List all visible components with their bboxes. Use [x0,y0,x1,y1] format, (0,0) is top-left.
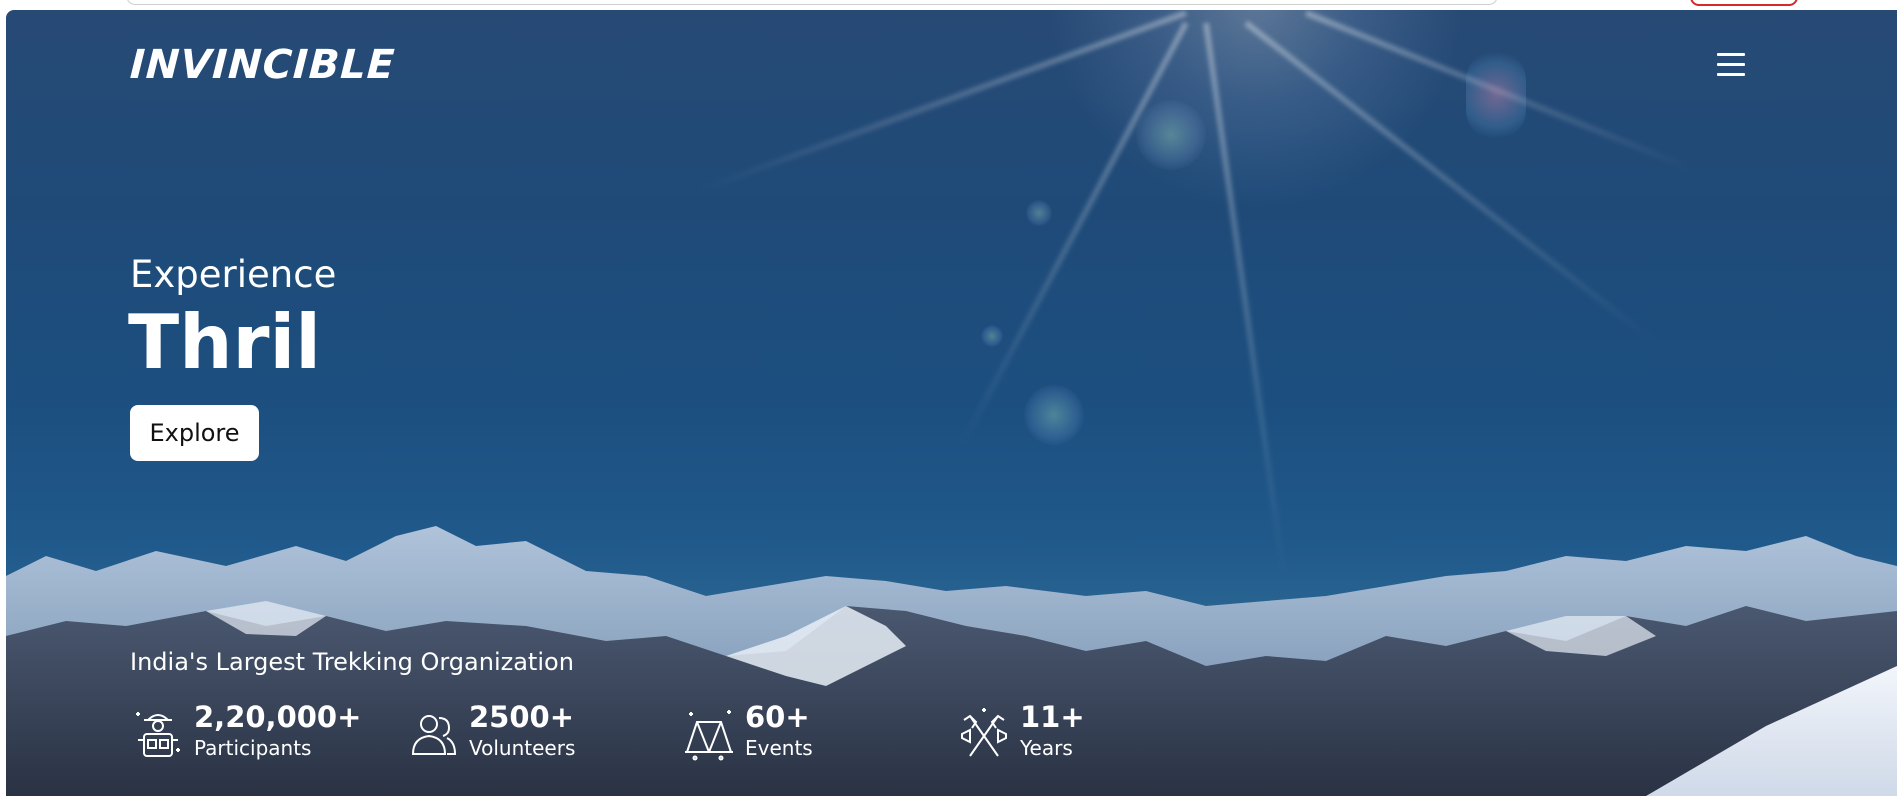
hero-headline: Thril [128,298,321,386]
top-red-button-edge[interactable] [1690,0,1798,6]
stat-value: 2500+ [469,700,575,734]
lens-flare [1024,385,1084,445]
stat-events: 60+ Events [681,700,813,770]
hero-tagline: India's Largest Trekking Organization [130,648,574,676]
lens-flare [1136,100,1206,170]
hiker-backpack-icon [136,712,180,757]
stat-participants: 2,20,000+ Participants [130,700,361,770]
crossed-ice-axes-icon [961,708,1007,757]
stat-years: 11+ Years [956,700,1085,770]
stat-value: 2,20,000+ [194,700,362,734]
browser-top-strip [0,0,1897,10]
hero-section: INVINCIBLE Experience Thril Explore Indi… [6,10,1897,796]
stat-label: Events [745,736,813,760]
lens-flare [1466,50,1526,140]
people-icon [411,715,457,755]
hamburger-menu-icon[interactable] [1717,53,1747,79]
top-search-bar-edge[interactable] [126,0,1498,5]
hero-eyebrow: Experience [130,253,337,296]
explore-button[interactable]: Explore [130,405,259,461]
lens-flare [1026,200,1052,226]
lens-flare [981,325,1003,347]
stat-volunteers: 2500+ Volunteers [405,700,575,770]
stat-label: Volunteers [469,736,576,760]
brand-logo[interactable]: INVINCIBLE [129,42,397,88]
stat-value: 60+ [745,700,810,734]
tent-icon [685,710,733,761]
stat-label: Years [1020,736,1073,760]
stat-label: Participants [194,736,312,760]
stat-value: 11+ [1020,700,1085,734]
